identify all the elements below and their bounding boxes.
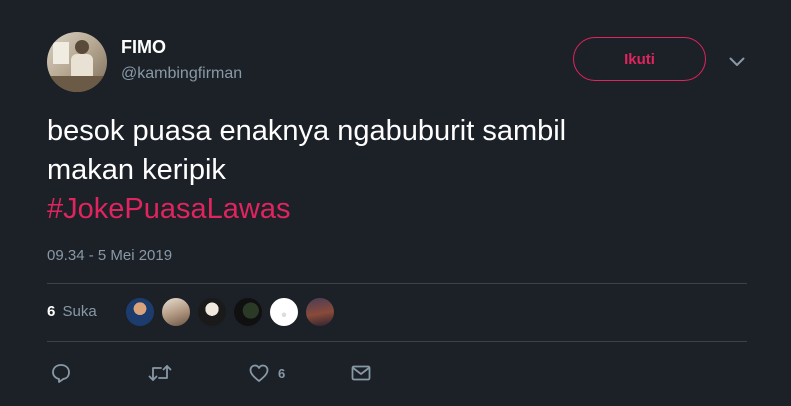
tweet-actions: 6 <box>47 360 747 386</box>
hashtag-link[interactable]: #JokePuasaLawas <box>47 190 747 229</box>
liker-avatar[interactable] <box>160 296 192 328</box>
reply-button[interactable] <box>50 360 72 386</box>
retweet-button[interactable] <box>147 360 173 386</box>
likes-label: Suka <box>62 303 97 320</box>
liker-avatar[interactable] <box>232 296 264 328</box>
liker-avatar[interactable] <box>268 296 300 328</box>
tweet-text: besok puasa enaknya ngabuburit sambil ma… <box>47 112 747 229</box>
heart-icon <box>248 362 270 384</box>
author-name[interactable]: FIMO <box>121 37 166 58</box>
liker-avatar[interactable] <box>124 296 156 328</box>
likes-stat[interactable]: 6 Suka <box>47 303 97 320</box>
divider <box>47 283 747 284</box>
reply-icon <box>50 362 72 384</box>
like-count: 6 <box>278 365 286 381</box>
author-handle[interactable]: @kambingfirman <box>121 65 242 83</box>
chevron-down-icon[interactable] <box>727 52 747 72</box>
tweet-timestamp[interactable]: 09.34 - 5 Mei 2019 <box>47 247 172 264</box>
tweet-text-line: makan keripik <box>47 154 226 186</box>
follow-button[interactable]: Ikuti <box>573 37 706 81</box>
tweet-text-line: besok puasa enaknya ngabuburit sambil <box>47 115 567 147</box>
envelope-icon <box>350 362 372 384</box>
liker-avatar[interactable] <box>304 296 336 328</box>
direct-message-button[interactable] <box>350 360 372 386</box>
author-avatar[interactable] <box>47 32 107 92</box>
like-button[interactable]: 6 <box>248 360 285 386</box>
divider <box>47 341 747 342</box>
retweet-icon <box>147 362 173 384</box>
tweet-card: FIMO @kambingfirman Ikuti besok puasa en… <box>0 0 791 406</box>
liker-avatar[interactable] <box>196 296 228 328</box>
likes-count: 6 <box>47 303 56 320</box>
